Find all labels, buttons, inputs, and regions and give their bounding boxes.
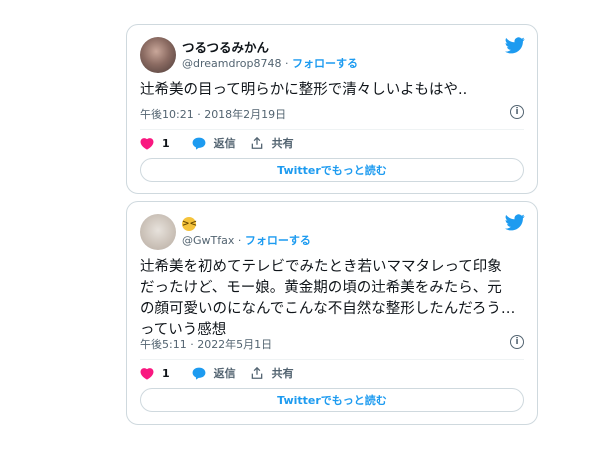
reply-bubble-icon xyxy=(192,137,206,150)
reply-bubble-icon xyxy=(192,367,206,380)
heart-icon xyxy=(140,137,154,150)
share-button[interactable]: 共有 xyxy=(250,135,294,151)
share-button[interactable]: 共有 xyxy=(250,365,294,381)
tweet-card[interactable]: つるつるみかん @dreamdrop8748 · フォローする 辻希美の目って明… xyxy=(126,24,538,194)
separator-dot: · xyxy=(284,57,292,70)
action-bar: 1 返信 共有 xyxy=(140,365,308,381)
reply-button[interactable]: 返信 xyxy=(192,135,236,151)
timestamp[interactable]: 午後5:11 · 2022年5月1日 xyxy=(140,336,272,352)
tweet-text-line: 辻希美を初めてテレビでみたとき若いママタレって印象 xyxy=(140,259,502,275)
user-handle[interactable]: @GwTfax xyxy=(182,234,234,247)
follow-link[interactable]: フォローする xyxy=(292,57,358,70)
reply-label: 返信 xyxy=(213,367,236,380)
share-label: 共有 xyxy=(271,367,294,380)
share-icon xyxy=(251,366,262,379)
like-count: 1 xyxy=(162,136,170,150)
weary-face-emoji: >< xyxy=(182,217,198,231)
avatar[interactable] xyxy=(140,37,176,73)
display-name[interactable]: >< xyxy=(182,214,198,231)
reply-button[interactable]: 返信 xyxy=(192,365,236,381)
divider xyxy=(140,129,524,130)
read-more-button[interactable]: Twitterでもっと読む xyxy=(140,158,524,182)
separator-dot: · xyxy=(237,234,245,247)
share-label: 共有 xyxy=(271,137,294,150)
reply-label: 返信 xyxy=(213,137,236,150)
tweet-card[interactable]: >< @GwTfax · フォローする 辻希美を初めてテレビでみたとき若いママタ… xyxy=(126,201,538,425)
like-button[interactable]: 1 xyxy=(140,367,170,380)
divider xyxy=(140,359,524,360)
action-bar: 1 返信 共有 xyxy=(140,135,308,151)
avatar[interactable] xyxy=(140,214,176,250)
handle-line: @GwTfax · フォローする xyxy=(182,232,311,248)
tweet-text-line: だったけど、モー娘。黄金期の頃の辻希美をみたら、元 xyxy=(140,280,502,296)
follow-link[interactable]: フォローする xyxy=(245,234,311,247)
timestamp[interactable]: 午後10:21 · 2018年2月19日 xyxy=(140,106,286,122)
twitter-bird-icon[interactable] xyxy=(505,37,525,54)
heart-icon xyxy=(140,367,154,380)
tweet-text: 辻希美を初めてテレビでみたとき若いママタレって印象 だったけど、モー娘。黄金期の… xyxy=(140,257,524,341)
tweet-text: 辻希美の目って明らかに整形で清々しいよもはや.. xyxy=(140,82,468,98)
read-more-button[interactable]: Twitterでもっと読む xyxy=(140,388,524,412)
tweet-text-line: の顔可愛いのになんでこんな不自然な整形したんだろう… xyxy=(140,301,516,317)
handle-line: @dreamdrop8748 · フォローする xyxy=(182,55,358,71)
info-icon[interactable]: i xyxy=(510,335,524,349)
info-icon[interactable]: i xyxy=(510,105,524,119)
twitter-bird-icon[interactable] xyxy=(505,214,525,231)
display-name[interactable]: つるつるみかん xyxy=(182,37,269,56)
like-button[interactable]: 1 xyxy=(140,137,170,150)
user-handle[interactable]: @dreamdrop8748 xyxy=(182,57,281,70)
share-icon xyxy=(251,136,262,149)
like-count: 1 xyxy=(162,366,170,380)
